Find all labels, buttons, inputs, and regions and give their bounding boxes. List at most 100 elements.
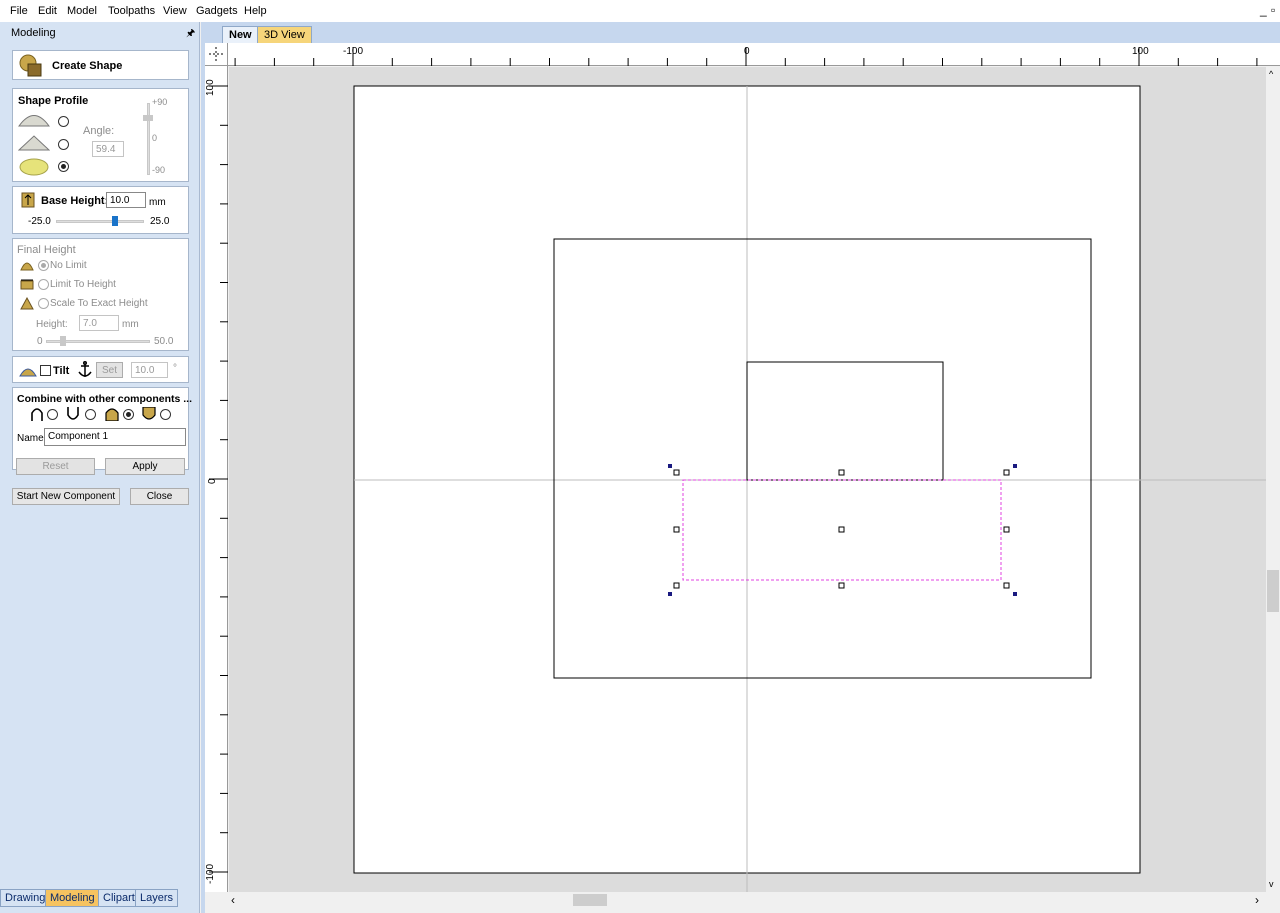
combine-low-icon	[142, 407, 156, 420]
base-height-max: 25.0	[150, 216, 170, 227]
menu-model[interactable]: Model	[67, 5, 97, 17]
combine-low-radio[interactable]	[160, 409, 171, 420]
ruler-v-label: -100	[205, 863, 216, 884]
combine-subtract-radio[interactable]	[85, 409, 96, 420]
vertical-ruler: 100 0 -100	[205, 66, 228, 892]
profile-flat-radio[interactable]	[58, 161, 69, 172]
menu-bar: File Edit Model Toolpaths View Gadgets H…	[0, 0, 1280, 22]
document-tabs: New 3D View	[201, 22, 1280, 43]
combine-merge-icon	[105, 408, 119, 421]
base-height-slider[interactable]	[56, 220, 144, 223]
height-max: 50.0	[154, 336, 174, 347]
panel-header: Modeling 🖈	[0, 22, 200, 42]
close-button[interactable]: Close	[130, 488, 189, 505]
tilt-label: Tilt	[53, 365, 70, 377]
rotate-handle-br[interactable]	[1013, 592, 1017, 596]
profile-angled-radio[interactable]	[58, 139, 69, 150]
doc-tab-3d-view[interactable]: 3D View	[257, 26, 312, 43]
round-profile-icon	[18, 115, 50, 127]
handle-top-mid[interactable]	[838, 469, 845, 476]
handle-bottom-left[interactable]	[673, 582, 680, 589]
scroll-right-icon[interactable]: ›	[1255, 893, 1259, 907]
horizontal-scrollbar[interactable]: ‹ ›	[229, 892, 1266, 908]
final-height-slider-thumb[interactable]	[60, 336, 66, 346]
crosshair-icon	[209, 47, 223, 61]
limit-height-icon	[20, 279, 34, 290]
combine-merge-radio[interactable]	[123, 409, 134, 420]
final-height-section: Final Height No Limit Limit To Height Sc…	[12, 238, 189, 351]
scroll-left-icon[interactable]: ‹	[231, 893, 235, 907]
combine-add-icon	[31, 408, 43, 421]
handle-bottom-right[interactable]	[1003, 582, 1010, 589]
base-height-slider-thumb[interactable]	[112, 216, 118, 226]
tilt-set-button[interactable]: Set	[96, 362, 123, 378]
angle-slider-thumb[interactable]	[143, 115, 153, 121]
rotate-handle-tr[interactable]	[1013, 464, 1017, 468]
angle-slider[interactable]	[147, 103, 150, 175]
menu-view[interactable]: View	[163, 5, 187, 17]
horizontal-scroll-thumb[interactable]	[573, 894, 607, 906]
tilt-checkbox[interactable]	[40, 365, 51, 376]
handle-top-left[interactable]	[673, 469, 680, 476]
canvas-drawing	[353, 85, 1266, 892]
scroll-down-icon[interactable]: v	[1269, 879, 1274, 889]
height-label: Height:	[36, 319, 68, 330]
tab-modeling[interactable]: Modeling	[45, 889, 100, 907]
handle-center[interactable]	[838, 526, 845, 533]
ruler-h-label: -100	[343, 46, 364, 57]
drawing-canvas[interactable]	[229, 67, 1266, 892]
menu-help[interactable]: Help	[244, 5, 267, 17]
ruler-h-label: 100	[1132, 46, 1149, 57]
height-input[interactable]: 7.0	[79, 315, 119, 331]
combine-add-radio[interactable]	[47, 409, 58, 420]
tab-drawing[interactable]: Drawing	[0, 889, 51, 907]
scroll-up-icon[interactable]: ^	[1269, 69, 1273, 79]
create-shape-label: Create Shape	[52, 60, 123, 72]
menu-gadgets[interactable]: Gadgets	[196, 5, 238, 17]
vertical-scrollbar[interactable]: ^ v	[1266, 67, 1280, 892]
component-name-input[interactable]: Component 1	[44, 428, 186, 446]
rotate-handle-tl[interactable]	[668, 464, 672, 468]
ruler-corner[interactable]	[205, 43, 228, 66]
tab-clipart[interactable]: Clipart	[98, 889, 140, 907]
scale-exact-height-radio[interactable]	[38, 298, 49, 309]
panel-title: Modeling	[11, 27, 56, 39]
create-shape-button[interactable]: Create Shape	[12, 50, 189, 80]
minimize-button[interactable]: _	[1260, 3, 1267, 17]
doc-tab-new[interactable]: New	[222, 26, 259, 43]
flat-profile-icon	[19, 158, 49, 176]
base-height-min: -25.0	[28, 216, 51, 227]
base-height-section: Base Height: 10.0 mm -25.0 25.0	[12, 186, 189, 234]
rotate-handle-bl[interactable]	[668, 592, 672, 596]
limit-to-height-radio[interactable]	[38, 279, 49, 290]
menu-toolpaths[interactable]: Toolpaths	[108, 5, 155, 17]
menu-edit[interactable]: Edit	[38, 5, 57, 17]
scale-mid: 0	[152, 133, 158, 143]
handle-bottom-mid[interactable]	[838, 582, 845, 589]
vertical-scroll-thumb[interactable]	[1267, 570, 1279, 612]
handle-mid-right[interactable]	[1003, 526, 1010, 533]
combine-subtract-icon	[67, 407, 79, 420]
anchor-icon[interactable]	[77, 360, 93, 379]
modeling-panel: Modeling 🖈 Create Shape Shape Profile An…	[0, 22, 200, 913]
handle-mid-left[interactable]	[673, 526, 680, 533]
menu-file[interactable]: File	[10, 5, 28, 17]
angle-input[interactable]: 59.4	[92, 141, 124, 157]
tilt-angle-input[interactable]: 10.0	[131, 362, 168, 378]
base-height-input[interactable]: 10.0	[106, 192, 146, 208]
handle-top-right[interactable]	[1003, 469, 1010, 476]
profile-round-radio[interactable]	[58, 116, 69, 127]
ruler-v-label: 0	[207, 478, 218, 484]
vbit-profile-icon	[18, 135, 50, 151]
reset-button[interactable]: Reset	[16, 458, 95, 475]
apply-button[interactable]: Apply	[105, 458, 185, 475]
shape-profile-section: Shape Profile Angle: 59.4 +90 0 -90	[12, 88, 189, 182]
start-new-component-button[interactable]: Start New Component	[12, 488, 120, 505]
no-limit-radio[interactable]	[38, 260, 49, 271]
pin-icon[interactable]: 🖈	[186, 26, 195, 43]
scale-top: +90	[152, 97, 168, 107]
restore-button[interactable]: ▫	[1271, 3, 1275, 17]
base-height-unit: mm	[149, 197, 166, 208]
tab-layers[interactable]: Layers	[135, 889, 179, 907]
scale-bottom: -90	[152, 165, 166, 175]
